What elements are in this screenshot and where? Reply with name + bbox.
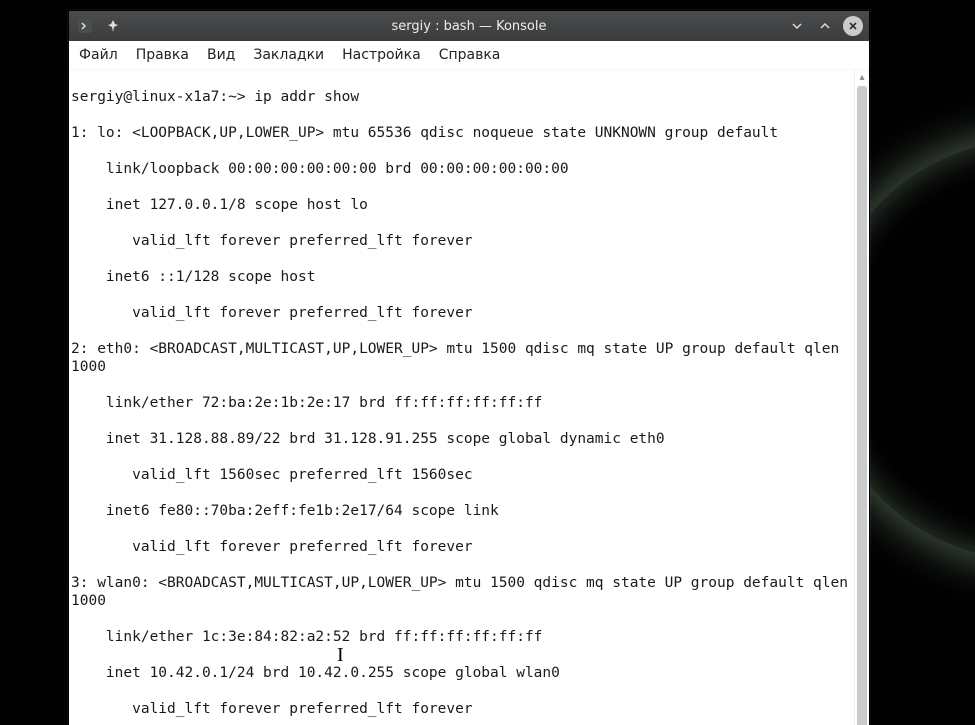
output-line: inet6 ::1/128 scope host (71, 268, 852, 286)
menu-view[interactable]: Вид (205, 45, 237, 65)
output-line: inet 31.128.88.89/22 brd 31.128.91.255 s… (71, 430, 852, 448)
titlebar-right (743, 16, 869, 36)
ibeam-cursor-icon: I (337, 646, 344, 664)
terminal-prompt-icon[interactable] (75, 16, 95, 36)
menu-edit[interactable]: Правка (134, 45, 191, 65)
menu-bookmarks[interactable]: Закладки (251, 45, 326, 65)
output-line: inet6 fe80::70ba:2eff:fe1b:2e17/64 scope… (71, 502, 852, 520)
scrollbar[interactable]: ▴ ▾ (854, 70, 869, 725)
output-line: 1: lo: <LOOPBACK,UP,LOWER_UP> mtu 65536 … (71, 124, 852, 142)
output-line: link/ether 72:ba:2e:1b:2e:17 brd ff:ff:f… (71, 394, 852, 412)
scrollbar-thumb[interactable] (857, 86, 867, 725)
scroll-up-button[interactable]: ▴ (855, 70, 869, 84)
output-line: 3: wlan0: <BROADCAST,MULTICAST,UP,LOWER_… (71, 574, 852, 610)
titlebar-left (69, 16, 195, 36)
menu-help[interactable]: Справка (437, 45, 503, 65)
output-line: valid_lft forever preferred_lft forever (71, 304, 852, 322)
output-line: link/ether 1c:3e:84:82:a2:52 brd ff:ff:f… (71, 628, 852, 646)
output-line: 2: eth0: <BROADCAST,MULTICAST,UP,LOWER_U… (71, 340, 852, 376)
window-title: sergiy : bash — Konsole (195, 19, 743, 34)
menu-settings[interactable]: Настройка (340, 45, 423, 65)
terminal-output[interactable]: sergiy@linux-x1a7:~> ip addr show 1: lo:… (69, 70, 854, 725)
output-line: valid_lft forever preferred_lft forever (71, 232, 852, 250)
output-line: inet 10.42.0.1/24 brd 10.42.0.255 scope … (71, 664, 852, 682)
konsole-window: sergiy : bash — Konsole Файл Правка Вид … (68, 10, 870, 725)
window-titlebar[interactable]: sergiy : bash — Konsole (69, 11, 869, 41)
prompt-text: sergiy@linux-x1a7:~> (71, 89, 254, 105)
terminal-area: sergiy@linux-x1a7:~> ip addr show 1: lo:… (69, 70, 869, 725)
prompt-line: sergiy@linux-x1a7:~> ip addr show (71, 88, 852, 106)
menu-file[interactable]: Файл (77, 45, 120, 65)
menubar: Файл Правка Вид Закладки Настройка Справ… (69, 41, 869, 70)
pin-icon[interactable] (103, 16, 123, 36)
minimize-button[interactable] (787, 16, 807, 36)
maximize-button[interactable] (815, 16, 835, 36)
close-button[interactable] (843, 16, 863, 36)
output-line: valid_lft forever preferred_lft forever (71, 538, 852, 556)
output-line: link/loopback 00:00:00:00:00:00 brd 00:0… (71, 160, 852, 178)
output-line: valid_lft 1560sec preferred_lft 1560sec (71, 466, 852, 484)
output-line: inet 127.0.0.1/8 scope host lo (71, 196, 852, 214)
command-text: ip addr show (254, 89, 359, 105)
output-line: valid_lft forever preferred_lft forever (71, 700, 852, 718)
